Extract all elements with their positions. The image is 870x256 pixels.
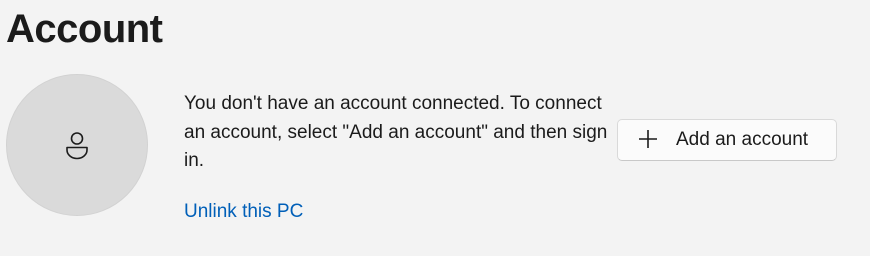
unlink-pc-link[interactable]: Unlink this PC: [184, 198, 303, 226]
no-account-message: You don't have an account connected. To …: [184, 93, 608, 171]
avatar: [6, 74, 148, 216]
plus-icon: [638, 129, 676, 152]
person-icon: [64, 130, 90, 160]
add-account-label: Add an account: [676, 129, 809, 150]
add-account-button[interactable]: Add an account: [617, 119, 837, 161]
page-title: Account: [6, 7, 163, 51]
